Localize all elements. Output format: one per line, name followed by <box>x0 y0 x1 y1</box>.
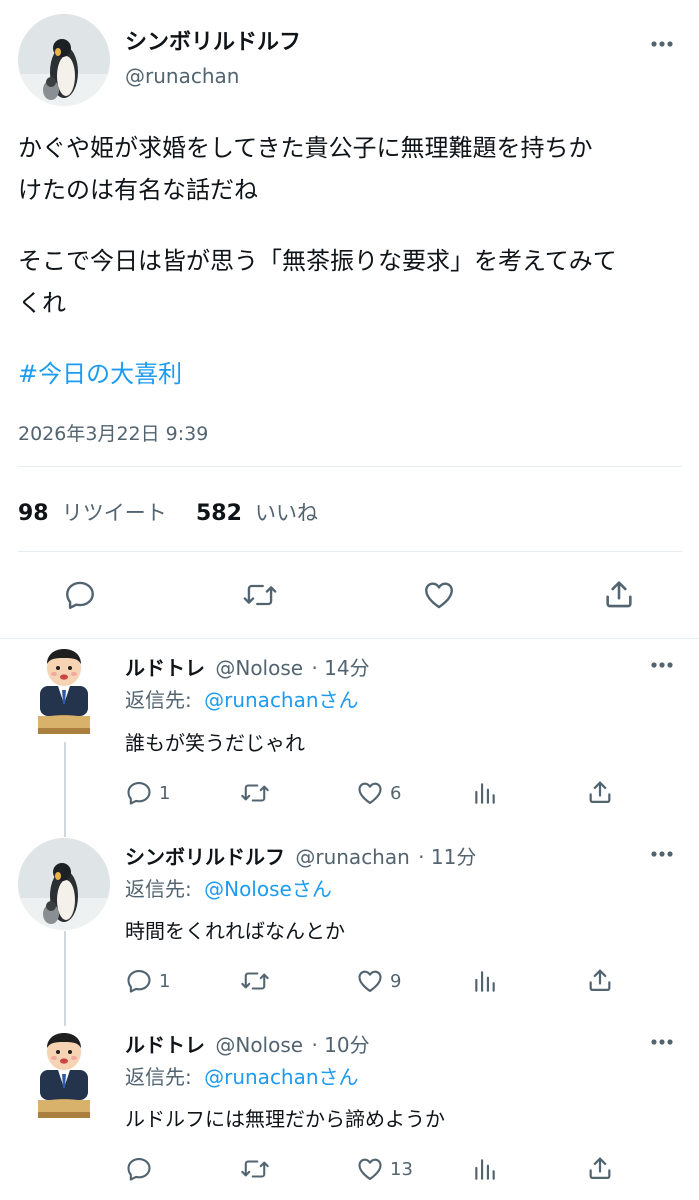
thread-line <box>64 931 66 1026</box>
retweet-count-label: リツイート <box>61 501 167 525</box>
reply-count: 1 <box>159 970 171 992</box>
analytics-button[interactable] <box>472 779 498 807</box>
more-icon[interactable] <box>650 1038 674 1046</box>
share-icon <box>589 1157 611 1180</box>
share-button[interactable] <box>586 1154 614 1182</box>
reply-time[interactable]: · 11分 <box>418 845 476 869</box>
share-button[interactable] <box>586 778 614 806</box>
retweet-count-number: 98 <box>18 501 49 526</box>
analytics-icon <box>475 1159 495 1180</box>
reply-icon <box>127 782 151 805</box>
reply-handle[interactable]: @Nolose <box>215 656 303 680</box>
reply-to-line: 返信先: @Noloseさん <box>125 873 332 902</box>
retweet-icon[interactable] <box>242 578 278 612</box>
tweet-text-line: かぐや姫が求婚をしてきた貴公子に無理難題を持ちか <box>18 134 593 162</box>
reply-text: 時間をくれればなんとか <box>125 919 345 943</box>
reply-button[interactable]: 1 <box>125 779 170 807</box>
reply-button[interactable]: 1 <box>125 967 170 995</box>
reply-to-line: 返信先: @runachanさん <box>125 1061 359 1090</box>
reply-to-prefix: 返信先: <box>125 688 192 712</box>
retweet-icon <box>241 784 269 802</box>
retweet-button[interactable] <box>240 1155 276 1183</box>
avatar-runachan[interactable] <box>18 14 110 106</box>
reply-count: 1 <box>159 782 171 804</box>
like-button[interactable]: 6 <box>356 779 401 807</box>
tweet-text-line: そこで今日は皆が思う「無茶振りな要求」を考えてみて <box>18 247 617 275</box>
speaker-avatar-image <box>38 1033 90 1118</box>
like-count[interactable]: 582 いいね <box>196 497 318 527</box>
reply-time[interactable]: · 14分 <box>311 656 369 680</box>
reply-button[interactable] <box>125 1155 159 1183</box>
analytics-button[interactable] <box>472 1155 498 1183</box>
like-count: 6 <box>390 782 402 804</box>
share-icon <box>589 969 611 992</box>
reply-to-line: 返信先: @runachanさん <box>125 684 359 713</box>
reply-display-name[interactable]: ルドトレ <box>125 656 205 680</box>
share-button[interactable] <box>586 966 614 994</box>
like-icon <box>358 782 382 804</box>
reply-time[interactable]: · 10分 <box>311 1033 369 1057</box>
reply-display-name[interactable]: シンボリルドルフ <box>125 845 285 869</box>
like-icon <box>358 970 382 992</box>
reply-handle[interactable]: @Nolose <box>215 1033 303 1057</box>
reply-to-link[interactable]: @runachanさん <box>204 1065 358 1089</box>
reply-header: シンボリルドルフ @runachan · 11分 <box>125 841 476 870</box>
analytics-button[interactable] <box>472 967 498 995</box>
avatar-nolose[interactable] <box>18 1030 110 1122</box>
main-display-name[interactable]: シンボリルドルフ <box>125 24 301 56</box>
divider <box>18 466 682 467</box>
like-icon <box>358 1158 382 1180</box>
speaker-avatar-image <box>38 649 90 734</box>
reply-text: ルドルフには無理だから諦めようか <box>125 1107 445 1131</box>
main-handle[interactable]: @runachan <box>125 64 239 88</box>
divider <box>0 638 699 639</box>
reply-icon <box>127 1158 151 1181</box>
analytics-icon <box>475 783 495 804</box>
reply-to-link[interactable]: @runachanさん <box>204 688 358 712</box>
retweet-count[interactable]: 98 リツイート <box>18 497 167 527</box>
share-icon[interactable] <box>602 577 636 611</box>
avatar-nolose[interactable] <box>18 646 110 738</box>
more-icon[interactable] <box>650 40 674 48</box>
retweet-button[interactable] <box>240 779 276 807</box>
penguin-avatar-image <box>18 14 110 106</box>
retweet-icon <box>241 1160 269 1178</box>
like-button[interactable]: 13 <box>356 1155 413 1183</box>
avatar-runachan[interactable] <box>18 838 110 930</box>
penguin-avatar-image <box>18 838 110 930</box>
tweet-text-line: くれ <box>18 289 66 317</box>
analytics-icon <box>475 971 495 992</box>
reply-text: 誰もが笑うだじゃれ <box>125 731 305 755</box>
reply-header: ルドトレ @Nolose · 10分 <box>125 1029 370 1058</box>
divider <box>18 551 682 552</box>
retweet-button[interactable] <box>240 967 276 995</box>
like-count-label: いいね <box>255 501 319 525</box>
thread-line <box>64 742 66 837</box>
more-icon[interactable] <box>650 661 674 669</box>
reply-icon <box>127 970 151 993</box>
reply-icon[interactable] <box>63 578 97 612</box>
like-count-number: 582 <box>196 501 242 526</box>
reply-to-prefix: 返信先: <box>125 1065 192 1089</box>
reply-handle[interactable]: @runachan <box>295 845 409 869</box>
reply-header: ルドトレ @Nolose · 14分 <box>125 652 370 681</box>
like-count: 13 <box>390 1158 413 1180</box>
tweet-text-line: けたのは有名な話だね <box>18 176 258 204</box>
reply-to-prefix: 返信先: <box>125 877 192 901</box>
like-button[interactable]: 9 <box>356 967 401 995</box>
reply-to-link[interactable]: @Noloseさん <box>204 877 332 901</box>
share-icon <box>589 781 611 804</box>
tweet-timestamp[interactable]: 2026年3月22日 9:39 <box>18 419 208 446</box>
like-icon[interactable] <box>422 578 456 612</box>
more-icon[interactable] <box>650 850 674 858</box>
hashtag-link[interactable]: #今日の大喜利 <box>18 354 182 389</box>
retweet-icon <box>241 972 269 990</box>
like-count: 9 <box>390 970 402 992</box>
reply-display-name[interactable]: ルドトレ <box>125 1033 205 1057</box>
